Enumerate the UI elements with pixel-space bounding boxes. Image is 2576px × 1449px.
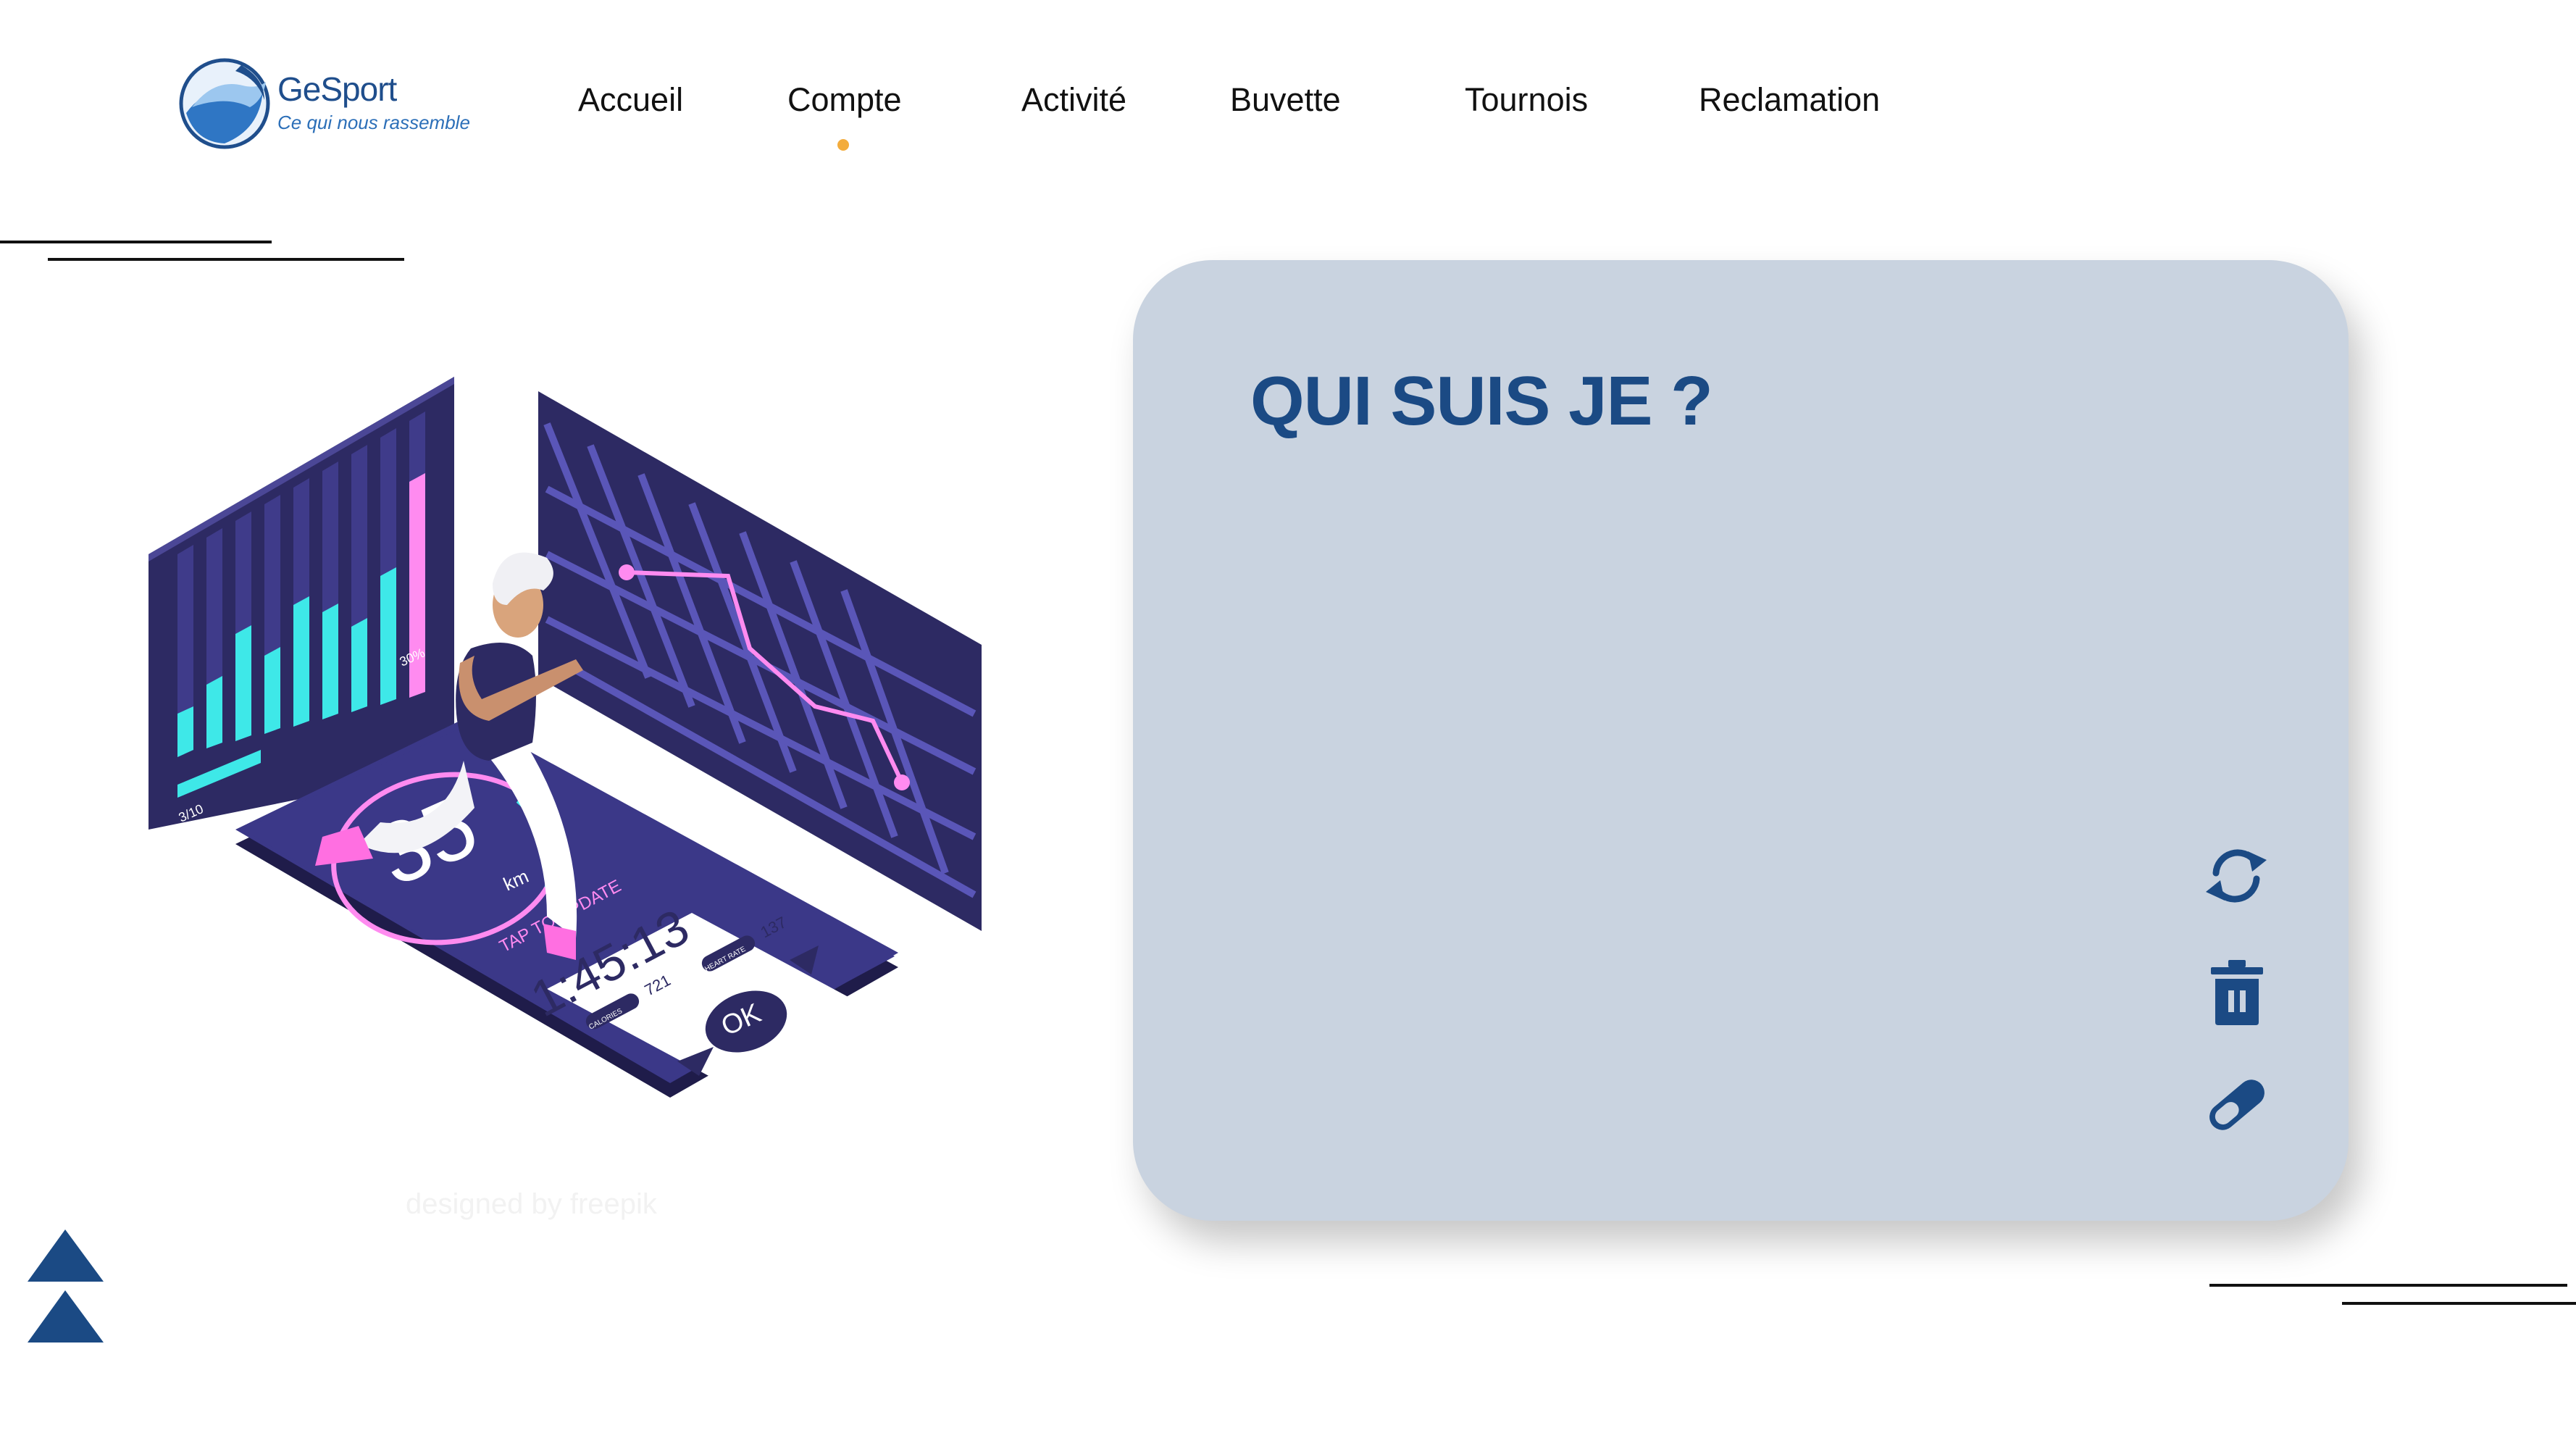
refresh-icon[interactable] — [2200, 840, 2272, 912]
nav-item-reclamation[interactable]: Reclamation — [1699, 81, 1880, 119]
decorative-line — [2209, 1284, 2567, 1287]
edit-icon[interactable] — [2201, 1069, 2273, 1141]
nav-item-activite[interactable]: Activité — [1021, 81, 1126, 119]
nav-item-compte[interactable]: Compte — [787, 81, 902, 119]
brand-logo[interactable]: GeSport Ce qui nous rassemble — [177, 57, 482, 154]
decorative-line — [0, 241, 272, 243]
decorative-line — [2342, 1302, 2576, 1305]
decorative-line — [48, 258, 404, 261]
nav-item-tournois[interactable]: Tournois — [1465, 81, 1588, 119]
brand-tagline: Ce qui nous rassemble — [277, 112, 470, 133]
nav-item-buvette[interactable]: Buvette — [1230, 81, 1341, 119]
fitness-app-illustration: 3/10 30% 35 km TAP TO UPDATE 1:45:13 CAL… — [149, 377, 982, 1098]
chevron-up-icon[interactable] — [28, 1290, 104, 1342]
freepik-watermark: designed by freepik — [406, 1188, 657, 1220]
nav-item-accueil[interactable]: Accueil — [578, 81, 683, 119]
chevron-up-icon[interactable] — [28, 1229, 104, 1282]
brand-name: GeSport — [277, 70, 397, 108]
trash-icon[interactable] — [2201, 956, 2273, 1028]
card-title: QUI SUIS JE ? — [1250, 362, 1713, 440]
active-nav-indicator — [837, 139, 849, 151]
wave-logo-icon — [179, 58, 270, 149]
profile-card: QUI SUIS JE ? — [1133, 260, 2349, 1221]
